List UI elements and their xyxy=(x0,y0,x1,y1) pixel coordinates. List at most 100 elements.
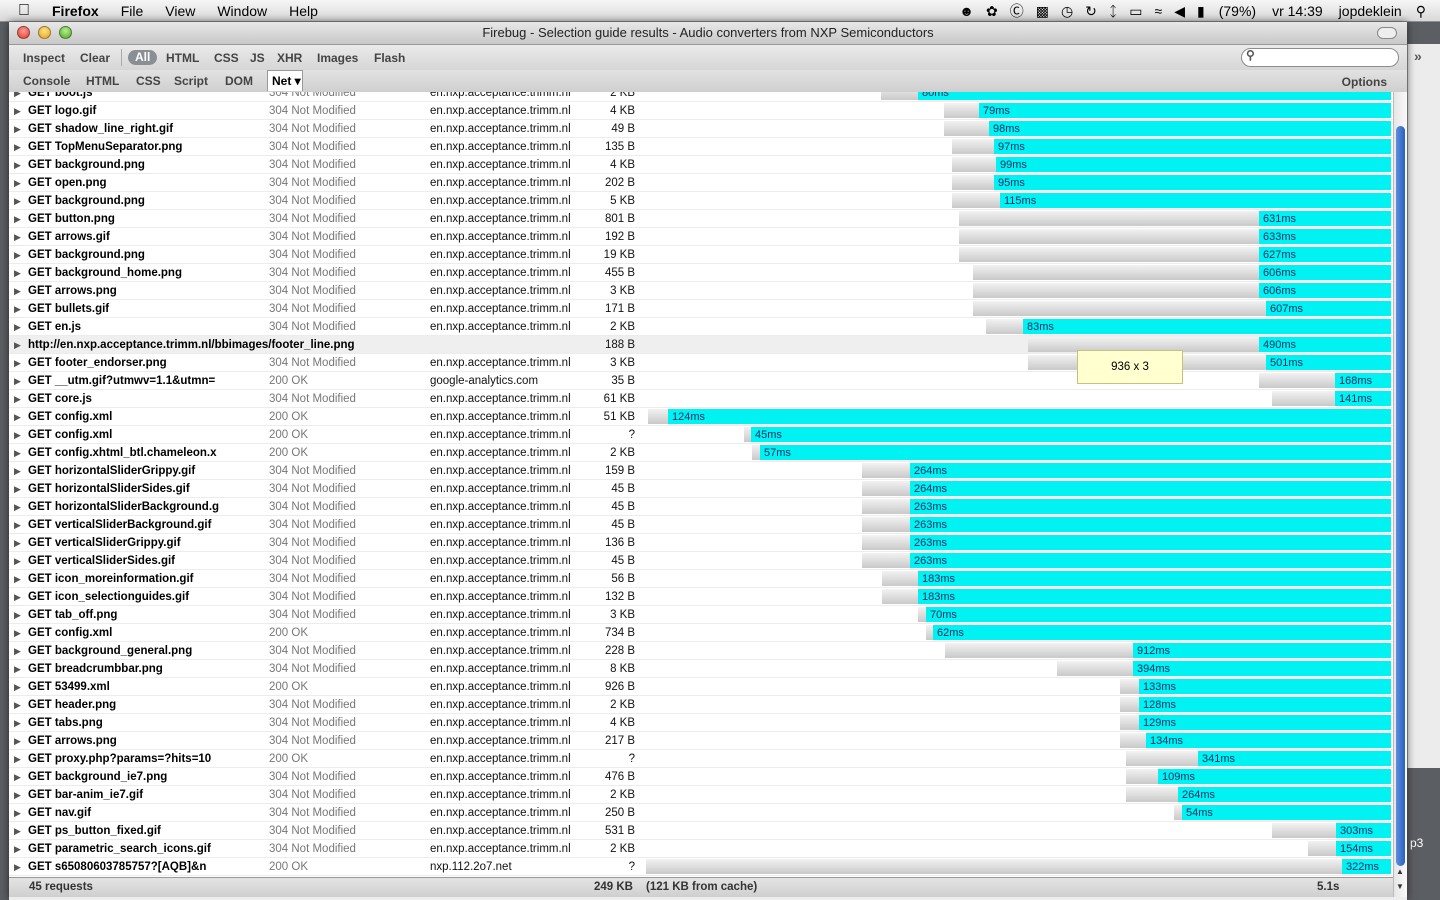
request-row[interactable]: ▶ GET background.png 304 Not Modified en.nx… xyxy=(9,192,1393,210)
expand-triangle-icon[interactable]: ▶ xyxy=(14,300,21,318)
filter-css[interactable]: CSS xyxy=(214,51,239,65)
request-row[interactable]: ▶ GET button.png 304 Not Modified en.nxp.ac… xyxy=(9,210,1393,228)
menu-help[interactable]: Help xyxy=(289,3,318,19)
expand-triangle-icon[interactable]: ▶ xyxy=(14,92,21,102)
request-row[interactable]: ▶ GET tab_off.png 304 Not Modified en.nxp.a… xyxy=(9,606,1393,624)
spotlight-icon[interactable]: ⚲ xyxy=(1416,3,1426,20)
scroll-down-arrow-icon[interactable]: ▼ xyxy=(1396,882,1404,891)
expand-triangle-icon[interactable]: ▶ xyxy=(14,426,21,444)
expand-triangle-icon[interactable]: ▶ xyxy=(14,174,21,192)
expand-triangle-icon[interactable]: ▶ xyxy=(14,264,21,282)
user-name[interactable]: jopdeklein xyxy=(1339,3,1402,19)
tab-script[interactable]: Script xyxy=(174,74,208,88)
expand-triangle-icon[interactable]: ▶ xyxy=(14,606,21,624)
chevron-right-icon[interactable]: » xyxy=(1414,48,1422,64)
request-row[interactable]: ▶ GET icon_selectionguides.gif 304 Not Mod… xyxy=(9,588,1393,606)
expand-triangle-icon[interactable]: ▶ xyxy=(14,624,21,642)
request-row[interactable]: ▶ GET background_ie7.png 304 Not Modified e… xyxy=(9,768,1393,786)
expand-triangle-icon[interactable]: ▶ xyxy=(14,696,21,714)
request-row[interactable]: ▶ GET proxy.php?params=?hits=10 200 OK en.n… xyxy=(9,750,1393,768)
request-row[interactable]: ▶ GET core.js 304 Not Modified en.nxp.accep… xyxy=(9,390,1393,408)
filter-html[interactable]: HTML xyxy=(166,51,199,65)
expand-triangle-icon[interactable]: ▶ xyxy=(14,642,21,660)
toolbar-toggle-button[interactable] xyxy=(1377,27,1397,39)
request-row[interactable]: ▶ GET icon_moreinformation.gif 304 Not Mod… xyxy=(9,570,1393,588)
growl-icon[interactable]: ✿ xyxy=(986,3,998,20)
request-row[interactable]: ▶ GET tabs.png 304 Not Modified en.nxp.acce… xyxy=(9,714,1393,732)
request-row[interactable]: ▶ GET 53499.xml 200 OK en.nxp.acceptance.tr… xyxy=(9,678,1393,696)
expand-triangle-icon[interactable]: ▶ xyxy=(14,678,21,696)
expand-triangle-icon[interactable]: ▶ xyxy=(14,552,21,570)
expand-triangle-icon[interactable]: ▶ xyxy=(14,732,21,750)
expand-triangle-icon[interactable]: ▶ xyxy=(14,156,21,174)
expand-triangle-icon[interactable]: ▶ xyxy=(14,246,21,264)
request-row[interactable]: ▶ GET horizontalSliderGrippy.gif 304 Not M… xyxy=(9,462,1393,480)
expand-triangle-icon[interactable]: ▶ xyxy=(14,408,21,426)
request-row[interactable]: ▶ GET background_general.png 304 Not Modif… xyxy=(9,642,1393,660)
expand-triangle-icon[interactable]: ▶ xyxy=(14,570,21,588)
inspect-button[interactable]: Inspect xyxy=(23,51,65,65)
expand-triangle-icon[interactable]: ▶ xyxy=(14,444,21,462)
expand-triangle-icon[interactable]: ▶ xyxy=(14,588,21,606)
request-row[interactable]: ▶ GET TopMenuSeparator.png 304 Not Modifie… xyxy=(9,138,1393,156)
request-row[interactable]: ▶ GET arrows.png 304 Not Modified en.nxp.ac… xyxy=(9,732,1393,750)
request-row[interactable]: ▶ GET background.png 304 Not Modified en.nx… xyxy=(9,246,1393,264)
request-row[interactable]: ▶ GET footer_endorser.png 304 Not Modified… xyxy=(9,354,1393,372)
expand-triangle-icon[interactable]: ▶ xyxy=(14,138,21,156)
battery-icon[interactable]: ▮ xyxy=(1197,3,1205,20)
vertical-scrollbar[interactable]: ▲ ▼ xyxy=(1393,92,1407,897)
request-row[interactable]: ▶ GET verticalSliderSides.gif 304 Not Modi… xyxy=(9,552,1393,570)
request-row[interactable]: ▶ GET s65080603785757?[AQB]&n 200 OK nxp.11… xyxy=(9,858,1393,876)
request-row[interactable]: ▶ GET config.xml 200 OK en.nxp.acceptance.t… xyxy=(9,426,1393,444)
tab-html[interactable]: HTML xyxy=(86,74,119,88)
expand-triangle-icon[interactable]: ▶ xyxy=(14,354,21,372)
request-row[interactable]: ▶ GET background.png 304 Not Modified en.nx… xyxy=(9,156,1393,174)
request-row[interactable]: ▶ GET config.xhtml_btl.chameleon.x 200 OK e… xyxy=(9,444,1393,462)
request-row[interactable]: ▶ GET arrows.gif 304 Not Modified en.nxp.ac… xyxy=(9,228,1393,246)
scroll-up-arrow-icon[interactable]: ▲ xyxy=(1396,867,1404,876)
request-row[interactable]: ▶ GET boot.js 304 Not Modified en.nxp.accep… xyxy=(9,92,1393,102)
expand-triangle-icon[interactable]: ▶ xyxy=(14,318,21,336)
expand-triangle-icon[interactable]: ▶ xyxy=(14,210,21,228)
request-row[interactable]: ▶ GET config.xml 200 OK en.nxp.acceptance.t… xyxy=(9,624,1393,642)
evernote-icon[interactable]: ▩ xyxy=(1036,3,1049,20)
apple-icon[interactable]:  xyxy=(18,2,38,20)
request-row[interactable]: ▶ GET open.png 304 Not Modified en.nxp.acce… xyxy=(9,174,1393,192)
options-button[interactable]: Options xyxy=(1342,75,1387,89)
expand-triangle-icon[interactable]: ▶ xyxy=(14,480,21,498)
request-row[interactable]: ▶ GET background_home.png 304 Not Modified… xyxy=(9,264,1393,282)
filter-images[interactable]: Images xyxy=(317,51,358,65)
filter-flash[interactable]: Flash xyxy=(374,51,405,65)
clock[interactable]: vr 14:39 xyxy=(1272,3,1323,19)
request-row[interactable]: ▶ GET shadow_line_right.gif 304 Not Modifi… xyxy=(9,120,1393,138)
expand-triangle-icon[interactable]: ▶ xyxy=(14,192,21,210)
expand-triangle-icon[interactable]: ▶ xyxy=(14,768,21,786)
filter-xhr[interactable]: XHR xyxy=(277,51,302,65)
time-machine-icon[interactable]: ◷ xyxy=(1061,3,1073,20)
request-row[interactable]: ▶ GET arrows.png 304 Not Modified en.nxp.ac… xyxy=(9,282,1393,300)
tab-css[interactable]: CSS xyxy=(136,74,161,88)
request-row[interactable]: ▶ GET logo.gif 304 Not Modified en.nxp.acce… xyxy=(9,102,1393,120)
tab-console[interactable]: Console xyxy=(23,74,70,88)
request-row[interactable]: ▶ GET header.png 304 Not Modified en.nxp.ac… xyxy=(9,696,1393,714)
request-row[interactable]: ▶ GET en.js 304 Not Modified en.nxp.accepta… xyxy=(9,318,1393,336)
menu-window[interactable]: Window xyxy=(217,3,267,19)
scrollbar-thumb[interactable] xyxy=(1396,126,1405,866)
expand-triangle-icon[interactable]: ▶ xyxy=(14,822,21,840)
expand-triangle-icon[interactable]: ▶ xyxy=(14,804,21,822)
window-titlebar[interactable]: Firebug - Selection guide results - Audi… xyxy=(9,22,1407,45)
display-icon[interactable]: ▭ xyxy=(1129,3,1142,20)
request-row[interactable]: ▶ GET horizontalSliderSides.gif 304 Not Mo… xyxy=(9,480,1393,498)
expand-triangle-icon[interactable]: ▶ xyxy=(14,516,21,534)
expand-triangle-icon[interactable]: ▶ xyxy=(14,714,21,732)
request-row[interactable]: ▶ GET __utm.gif?utmwv=1.1&utmn= 200 OK goog… xyxy=(9,372,1393,390)
request-row[interactable]: ▶ GET verticalSliderGrippy.gif 304 Not Mod… xyxy=(9,534,1393,552)
request-row[interactable]: ▶ GET bullets.gif 304 Not Modified en.nxp.a… xyxy=(9,300,1393,318)
search-input[interactable]: ⚲ xyxy=(1241,48,1399,67)
expand-triangle-icon[interactable]: ▶ xyxy=(14,786,21,804)
expand-triangle-icon[interactable]: ▶ xyxy=(14,336,21,354)
menu-app-name[interactable]: Firefox xyxy=(52,3,99,19)
wifi-icon[interactable]: ≈ xyxy=(1155,3,1163,19)
expand-triangle-icon[interactable]: ▶ xyxy=(14,660,21,678)
request-row[interactable]: ▶ GET nav.gif 304 Not Modified en.nxp.accep… xyxy=(9,804,1393,822)
